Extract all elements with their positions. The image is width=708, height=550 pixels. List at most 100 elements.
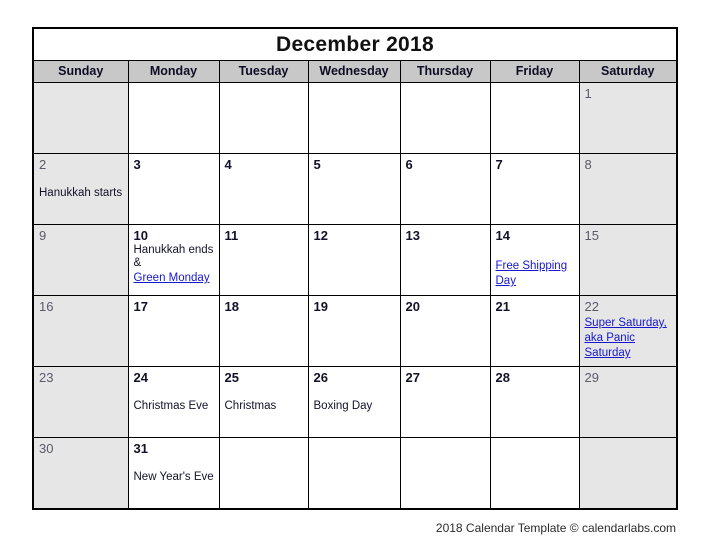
day-cell-24[interactable]: 24 Christmas Eve xyxy=(127,366,220,438)
day-cell-21[interactable]: 21 xyxy=(489,295,580,367)
day-number: 24 xyxy=(133,370,148,385)
day-number: 4 xyxy=(224,157,232,172)
day-cell-7[interactable]: 7 xyxy=(489,153,580,225)
day-number: 9 xyxy=(39,228,47,243)
day-number: 1 xyxy=(584,86,592,101)
day-number: 13 xyxy=(405,228,420,243)
day-number: 12 xyxy=(313,228,328,243)
day-events: Hanukkah ends & Green Monday xyxy=(129,244,219,285)
day-number: 15 xyxy=(584,228,599,243)
day-number xyxy=(129,83,219,87)
day-events: Christmas xyxy=(220,400,308,413)
day-number: 18 xyxy=(224,299,239,314)
event-label: Hanukkah ends & xyxy=(133,244,214,269)
day-cell-empty[interactable] xyxy=(218,437,309,510)
day-number xyxy=(309,83,400,87)
event-link[interactable]: Green Monday xyxy=(134,272,210,284)
calendar-week-row: 1 xyxy=(32,82,678,154)
day-cell-18[interactable]: 18 xyxy=(218,295,309,367)
day-number: 30 xyxy=(39,441,54,456)
day-number xyxy=(220,83,308,87)
day-cell-16[interactable]: 16 xyxy=(32,295,129,367)
day-events: Free Shipping Day xyxy=(491,258,579,288)
day-cell-11[interactable]: 11 xyxy=(218,224,309,296)
weekday-header-tuesday: Tuesday xyxy=(218,60,309,83)
day-events: Christmas Eve xyxy=(129,400,219,413)
event-label: Hanukkah starts xyxy=(39,187,123,199)
day-cell-empty[interactable] xyxy=(399,82,491,154)
day-cell-empty[interactable] xyxy=(127,82,220,154)
day-cell-empty[interactable] xyxy=(307,437,401,510)
calendar-container: December 2018 Sunday Monday Tuesday Wednesda… xyxy=(32,27,678,510)
day-cell-22[interactable]: 22 Super Saturday, aka Panic Saturday xyxy=(578,295,678,367)
day-number: 16 xyxy=(39,299,54,314)
month-calendar-table: December 2018 Sunday Monday Tuesday Wednesda… xyxy=(32,27,678,510)
day-cell-1[interactable]: 1 xyxy=(578,82,678,154)
day-number: 8 xyxy=(584,157,592,172)
day-cell-20[interactable]: 20 xyxy=(399,295,491,367)
day-cell-10[interactable]: 10 Hanukkah ends & Green Monday xyxy=(127,224,220,296)
day-number: 2 xyxy=(39,157,47,172)
day-number: 17 xyxy=(133,299,148,314)
day-cell-25[interactable]: 25 Christmas xyxy=(218,366,309,438)
day-cell-9[interactable]: 9 xyxy=(32,224,129,296)
day-cell-15[interactable]: 15 xyxy=(578,224,678,296)
day-number xyxy=(309,438,400,442)
day-cell-26[interactable]: 26 Boxing Day xyxy=(307,366,401,438)
calendar-week-row: 2 Hanukkah starts 3 4 5 6 7 8 xyxy=(32,153,678,225)
day-number xyxy=(580,438,677,442)
weekday-header-sunday: Sunday xyxy=(32,60,129,83)
day-cell-17[interactable]: 17 xyxy=(127,295,220,367)
day-number: 11 xyxy=(224,228,239,243)
event-label: Boxing Day xyxy=(313,400,373,412)
day-number: 10 xyxy=(133,228,148,243)
day-cell-5[interactable]: 5 xyxy=(307,153,401,225)
day-cell-empty[interactable] xyxy=(218,82,309,154)
day-events: New Year's Eve xyxy=(129,471,219,484)
day-cell-19[interactable]: 19 xyxy=(307,295,401,367)
weekday-header-monday: Monday xyxy=(127,60,220,83)
day-number: 22 xyxy=(584,299,599,314)
day-number: 31 xyxy=(133,441,148,456)
calendar-week-row: 30 31 New Year's Eve xyxy=(32,437,678,510)
day-cell-12[interactable]: 12 xyxy=(307,224,401,296)
event-link[interactable]: Super Saturday, aka Panic Saturday xyxy=(585,317,667,359)
day-cell-2[interactable]: 2 Hanukkah starts xyxy=(32,153,129,225)
day-cell-14[interactable]: 14 Free Shipping Day xyxy=(489,224,580,296)
day-cell-31[interactable]: 31 New Year's Eve xyxy=(127,437,220,510)
day-number xyxy=(401,438,490,442)
weekday-header-saturday: Saturday xyxy=(578,60,678,83)
day-cell-empty[interactable] xyxy=(32,82,129,154)
day-cell-13[interactable]: 13 xyxy=(399,224,491,296)
day-number xyxy=(220,438,308,442)
day-events: Boxing Day xyxy=(309,400,400,413)
day-cell-3[interactable]: 3 xyxy=(127,153,220,225)
day-cell-empty[interactable] xyxy=(578,437,678,510)
day-cell-23[interactable]: 23 xyxy=(32,366,129,438)
day-cell-6[interactable]: 6 xyxy=(399,153,491,225)
day-number xyxy=(491,83,579,87)
calendar-title-row: December 2018 xyxy=(32,27,678,61)
day-cell-27[interactable]: 27 xyxy=(399,366,491,438)
calendar-week-row: 16 17 18 19 20 21 22 Super Saturday, aka Panic … xyxy=(32,295,678,367)
event-label: New Year's Eve xyxy=(133,471,214,483)
event-link[interactable]: Free Shipping Day xyxy=(496,260,568,287)
day-cell-empty[interactable] xyxy=(489,82,580,154)
calendar-month-title: December 2018 xyxy=(32,27,678,61)
day-cell-4[interactable]: 4 xyxy=(218,153,309,225)
day-number xyxy=(491,438,579,442)
day-number: 21 xyxy=(495,299,510,314)
day-number: 6 xyxy=(405,157,413,172)
day-cell-empty[interactable] xyxy=(489,437,580,510)
day-number: 28 xyxy=(495,370,510,385)
day-cell-empty[interactable] xyxy=(399,437,491,510)
day-cell-30[interactable]: 30 xyxy=(32,437,129,510)
event-label: Christmas Eve xyxy=(133,400,209,412)
day-cell-empty[interactable] xyxy=(307,82,401,154)
day-number: 23 xyxy=(39,370,54,385)
day-number: 3 xyxy=(133,157,141,172)
day-events: Super Saturday, aka Panic Saturday xyxy=(580,315,677,360)
day-cell-29[interactable]: 29 xyxy=(578,366,678,438)
day-cell-8[interactable]: 8 xyxy=(578,153,678,225)
day-cell-28[interactable]: 28 xyxy=(489,366,580,438)
